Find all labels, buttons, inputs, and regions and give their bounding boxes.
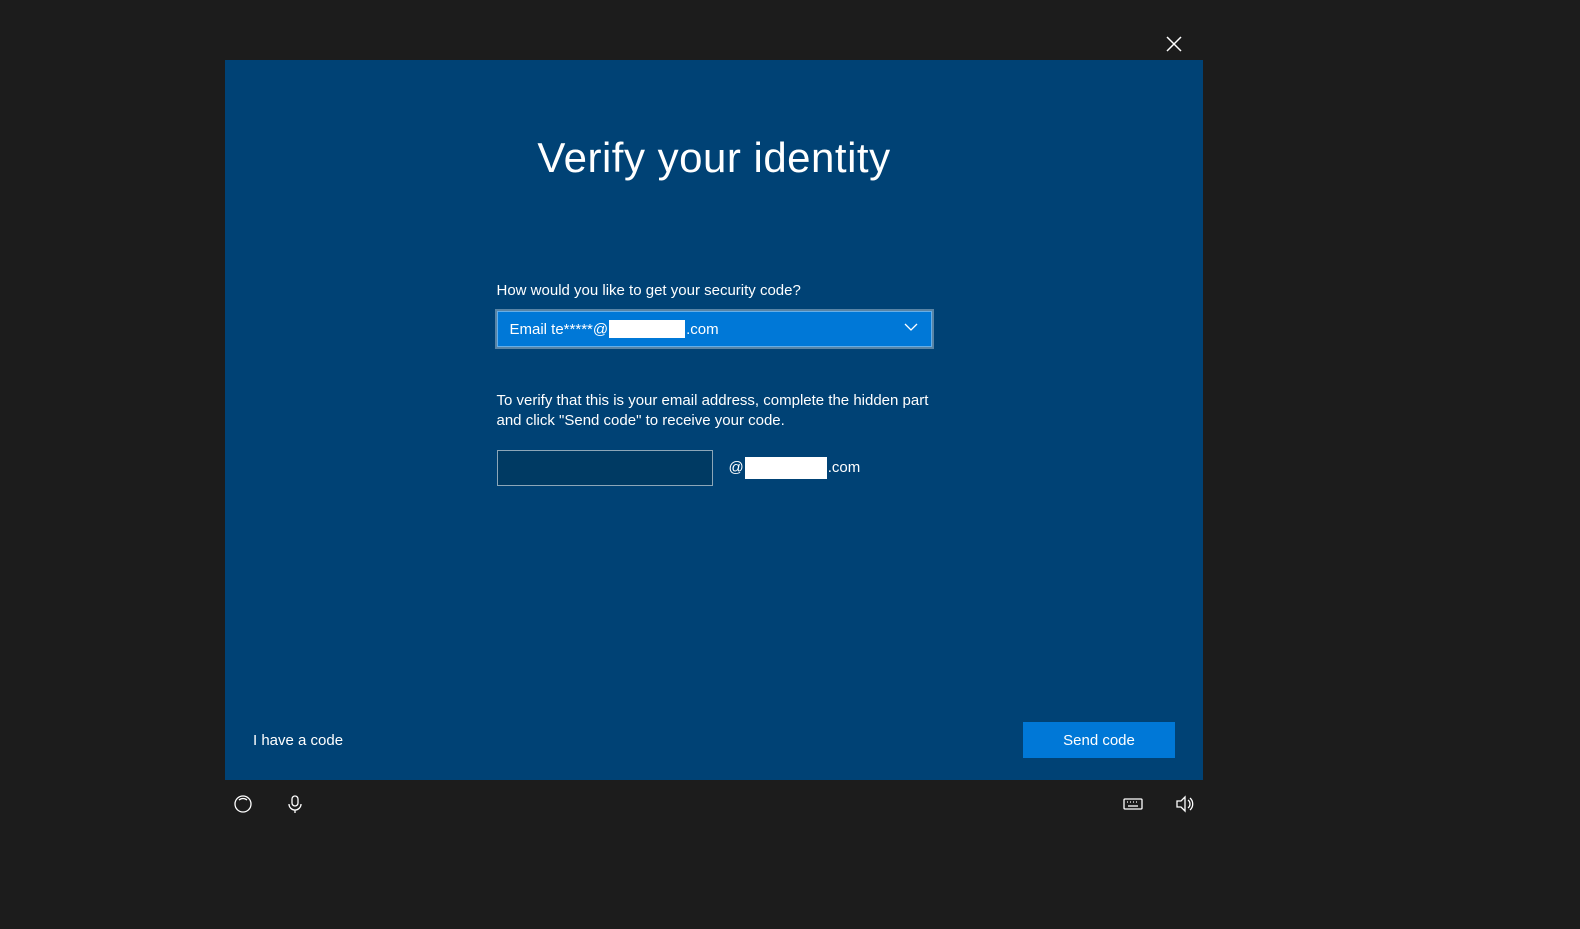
chevron-down-icon [903, 319, 919, 339]
form-body: How would you like to get your security … [497, 282, 932, 486]
dialog-footer: I have a code Send code [225, 722, 1203, 758]
dialog-panel: Verify your identity How would you like … [225, 60, 1203, 780]
send-code-button[interactable]: Send code [1023, 722, 1175, 758]
close-button[interactable] [1158, 28, 1190, 60]
page-title: Verify your identity [225, 134, 1203, 182]
ease-of-access-icon[interactable] [233, 794, 253, 814]
have-code-link[interactable]: I have a code [253, 732, 343, 749]
close-icon [1166, 36, 1182, 52]
email-verify-row: @ .com [497, 450, 932, 486]
email-prefix-input[interactable] [497, 450, 713, 486]
microphone-icon[interactable] [285, 794, 305, 814]
oobe-taskbar [225, 790, 1203, 818]
instruction-text: To verify that this is your email addres… [497, 391, 932, 432]
keyboard-icon[interactable] [1123, 794, 1143, 814]
email-domain-label: @ .com [729, 457, 861, 479]
redacted-domain [609, 320, 685, 338]
select-value-suffix: .com [686, 321, 719, 338]
volume-icon[interactable] [1175, 794, 1195, 814]
domain-tld: .com [828, 459, 861, 476]
prompt-text: How would you like to get your security … [497, 282, 932, 299]
redacted-domain-2 [745, 457, 827, 479]
select-value-prefix: Email te*****@ [510, 321, 609, 338]
domain-at: @ [729, 459, 744, 476]
verification-method-select[interactable]: Email te*****@ .com [497, 311, 932, 347]
